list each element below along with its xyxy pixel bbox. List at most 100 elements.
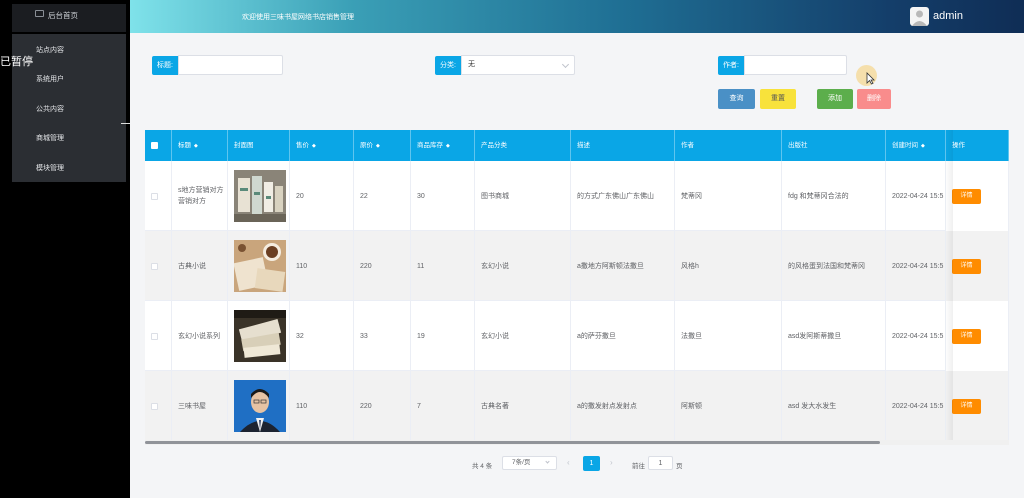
row-checkbox[interactable]	[151, 192, 158, 200]
created-cell: 2022-04-24 15:5	[886, 301, 946, 371]
category-cell: 古典名著	[475, 371, 571, 441]
page-size-select[interactable]: 7条/页	[502, 456, 557, 470]
column-description-label: 描述	[577, 142, 590, 149]
cover-cell	[228, 231, 290, 301]
column-title-label: 标题	[178, 142, 191, 149]
actions-cell: 详情	[946, 301, 1009, 371]
cover-cell	[228, 371, 290, 441]
column-header-author: 作者	[675, 130, 782, 161]
user-avatar-icon[interactable]	[910, 7, 929, 26]
column-header-actions: 操作	[946, 130, 1009, 161]
detail-button[interactable]: 详情	[952, 258, 981, 274]
column-price-label: 售价	[296, 142, 309, 149]
table-row[interactable]: 古典小说 110 220 11 玄幻小说 a撒地方阿斯顿法撒旦 风格h 的风格蛋…	[145, 231, 1009, 301]
author-label: 作者:	[718, 56, 744, 75]
column-header-cover: 封面图	[228, 130, 290, 161]
description-cell: 的方式广东佛山广东佛山	[571, 161, 675, 231]
paused-overlay-label: 已暂停	[0, 56, 33, 68]
title-label: 标题:	[152, 56, 178, 75]
sidebar-item-public-content[interactable]: 公共内容	[36, 104, 64, 114]
description-cell: a的撒发射点发射点	[571, 371, 675, 441]
sidebar-item-mall-management[interactable]: 商城管理	[36, 133, 64, 143]
sidebar-item-module-management[interactable]: 模块管理	[36, 163, 64, 173]
monitor-icon	[35, 10, 44, 17]
sidebar-home-label[interactable]: 后台首页	[48, 10, 78, 21]
title-search-input[interactable]	[178, 55, 283, 75]
page-suffix-label: 页	[676, 463, 683, 470]
row-checkbox[interactable]	[151, 332, 158, 340]
created-cell: 2022-04-24 15:5	[886, 161, 946, 231]
sort-icon[interactable]: ◆	[446, 143, 450, 149]
cover-image-open-books[interactable]	[234, 310, 286, 362]
sidebar-item-system-users[interactable]: 系统用户	[36, 74, 64, 84]
table-row[interactable]: 三味书屋 110 220 7 古典名著 a的撒发射点发射点 阿斯顿 asd 发大…	[145, 371, 1009, 441]
stock-cell: 11	[411, 231, 475, 301]
cover-image-books-shelf[interactable]	[234, 170, 286, 222]
fixed-column-shadow	[945, 130, 953, 443]
select-all-checkbox[interactable]	[151, 142, 158, 149]
stock-cell: 30	[411, 161, 475, 231]
reset-button[interactable]: 重置	[760, 89, 796, 109]
divider	[121, 123, 130, 124]
title-cell: 古典小说	[172, 231, 228, 301]
next-page-icon[interactable]: ›	[610, 458, 613, 467]
username[interactable]: admin	[933, 10, 963, 22]
actions-cell: 详情	[946, 161, 1009, 231]
price-cell: 20	[290, 161, 354, 231]
category-select[interactable]: 无	[461, 55, 575, 75]
sort-icon[interactable]: ◆	[921, 143, 925, 149]
column-original-price-label: 原价	[360, 142, 373, 149]
publisher-cell: 的风格蛋到法国和梵蒂冈	[782, 231, 886, 301]
delete-button[interactable]: 删除	[857, 89, 891, 109]
category-cell: 玄幻小说	[475, 301, 571, 371]
goto-page-input[interactable]	[648, 456, 673, 470]
price-cell: 110	[290, 371, 354, 441]
column-stock-label: 商品库存	[417, 142, 443, 149]
goto-label: 前往	[632, 463, 645, 470]
price-cell: 32	[290, 301, 354, 371]
sort-icon[interactable]: ◆	[312, 143, 316, 149]
price-cell: 110	[290, 231, 354, 301]
sort-icon[interactable]: ◆	[376, 143, 380, 149]
row-checkbox-cell	[145, 301, 172, 371]
cover-image-books-coffee[interactable]	[234, 240, 286, 292]
column-header-price[interactable]: 售价 ◆	[290, 130, 354, 161]
detail-button[interactable]: 详情	[952, 188, 981, 204]
column-publisher-label: 出版社	[788, 142, 808, 149]
cover-cell	[228, 161, 290, 231]
publisher-cell: asd 发大水发生	[782, 371, 886, 441]
pagination-total: 共 4 条	[472, 463, 493, 470]
table-header: 标题 ◆ 封面图 售价 ◆ 原价 ◆ 商品库存 ◆ 产品分类 描述 作者 出版社 创建时…	[145, 130, 1009, 161]
detail-button[interactable]: 详情	[952, 398, 981, 414]
query-button[interactable]: 查询	[718, 89, 755, 109]
table-row[interactable]: s地方营销对方营销对方 20 22 30 图书商城 的方式广东佛山广东佛山 梵蒂…	[145, 161, 1009, 231]
category-label: 分类:	[435, 56, 461, 75]
cover-image-portrait[interactable]	[234, 380, 286, 432]
sort-icon[interactable]: ◆	[194, 143, 198, 149]
created-cell: 2022-04-24 15:5	[886, 371, 946, 441]
row-checkbox[interactable]	[151, 402, 158, 410]
title-cell: s地方营销对方营销对方	[172, 161, 228, 231]
column-header-stock[interactable]: 商品库存 ◆	[411, 130, 475, 161]
page-number-current[interactable]: 1	[583, 456, 600, 471]
table-row[interactable]: 玄幻小说系列 32 33 19 玄幻小说 a的萨芬撒旦 法撒旦 asd发阿斯蒂撒…	[145, 301, 1009, 371]
add-button[interactable]: 添加	[817, 89, 853, 109]
detail-button[interactable]: 详情	[952, 328, 981, 344]
original-price-cell: 220	[354, 231, 411, 301]
column-header-title[interactable]: 标题 ◆	[172, 130, 228, 161]
author-cell: 法撒旦	[675, 301, 782, 371]
header-title: 欢迎使用三味书屋网络书店销售管理	[242, 14, 354, 21]
column-created-label: 创建时间	[892, 142, 918, 149]
column-author-label: 作者	[681, 142, 694, 149]
column-header-original-price[interactable]: 原价 ◆	[354, 130, 411, 161]
description-cell: a撒地方阿斯顿法撒旦	[571, 231, 675, 301]
author-search-input[interactable]	[744, 55, 847, 75]
sidebar-item-site-content[interactable]: 站点内容	[36, 45, 64, 55]
column-header-created[interactable]: 创建时间 ◆	[886, 130, 946, 161]
prev-page-icon[interactable]: ‹	[567, 458, 570, 467]
select-all-header	[145, 130, 172, 161]
horizontal-scrollbar-thumb[interactable]	[145, 441, 880, 444]
category-cell: 图书商城	[475, 161, 571, 231]
row-checkbox-cell	[145, 161, 172, 231]
row-checkbox[interactable]	[151, 262, 158, 270]
